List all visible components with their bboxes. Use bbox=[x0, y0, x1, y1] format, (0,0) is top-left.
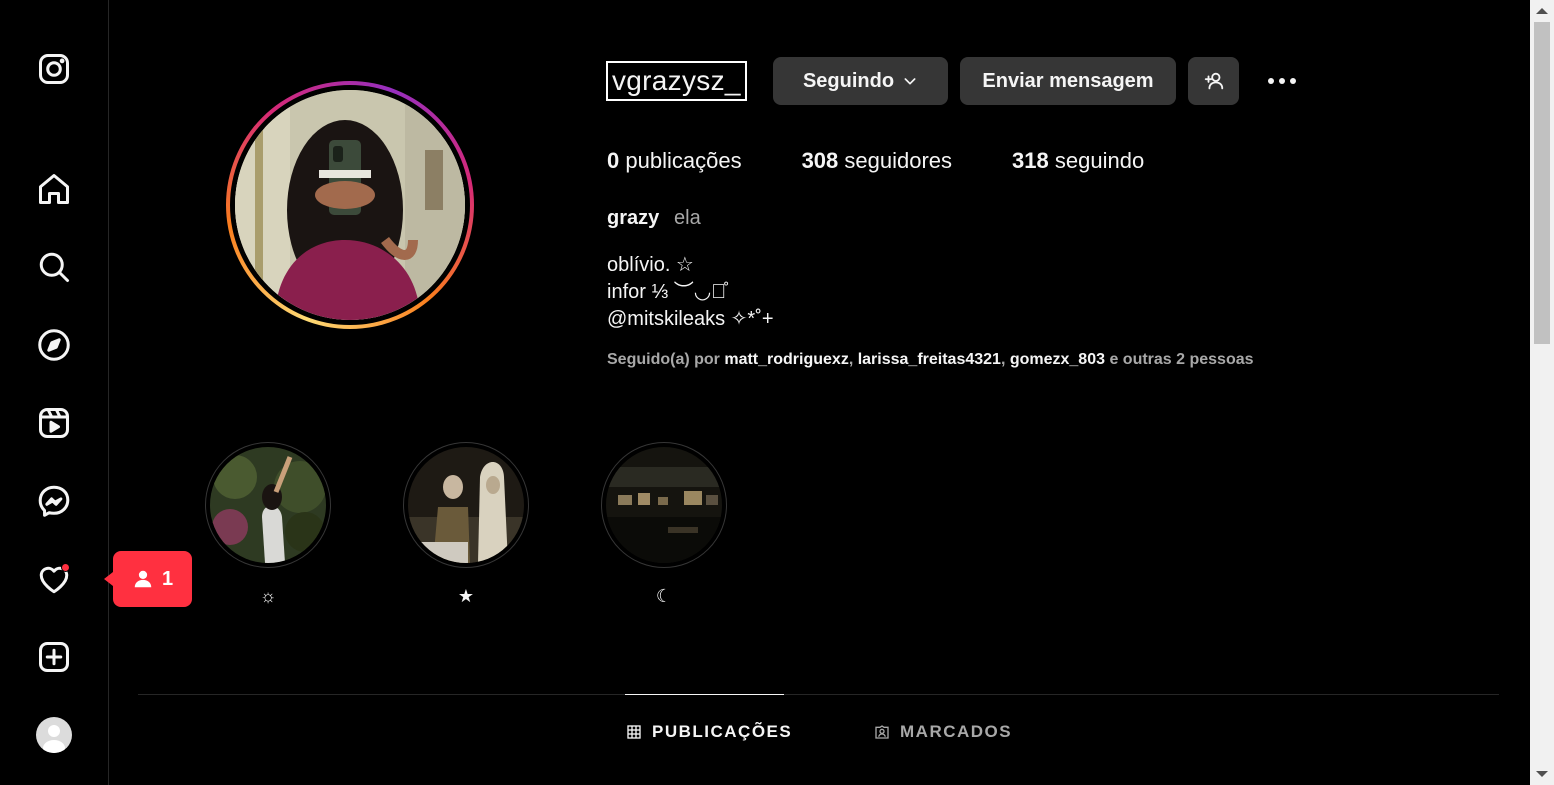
highlight-cover bbox=[606, 447, 722, 563]
story-highlight[interactable]: ☾ bbox=[601, 442, 727, 607]
profile-bio: oblívio. ☆ infor ⅓ ︶◡꒱̊ @mitskileaks ✧*˚… bbox=[607, 254, 774, 330]
following-button-label: Seguindo bbox=[802, 69, 895, 92]
heart-icon[interactable] bbox=[34, 559, 74, 599]
tab-posts[interactable]: PUBLICAÇÕES bbox=[626, 722, 792, 742]
profile-stats: 0 publicações 308 seguidores 318 seguind… bbox=[607, 148, 1204, 174]
instagram-logo-icon[interactable] bbox=[34, 49, 74, 89]
create-icon[interactable] bbox=[34, 637, 74, 677]
send-message-button[interactable]: Enviar mensagem bbox=[960, 57, 1176, 105]
highlight-label: ☾ bbox=[655, 586, 673, 606]
scroll-thumb[interactable] bbox=[1534, 22, 1550, 344]
person-icon bbox=[134, 570, 152, 588]
following-button[interactable]: Seguindo bbox=[773, 57, 948, 105]
home-icon[interactable] bbox=[34, 169, 74, 209]
follower-name: gomezx_803 bbox=[1009, 351, 1105, 368]
more-options-icon[interactable] bbox=[1264, 66, 1300, 96]
story-highlight[interactable]: ☼ bbox=[205, 442, 331, 607]
tab-tagged-label: MARCADOS bbox=[900, 722, 1013, 741]
follower-name: matt_rodriguexz bbox=[724, 351, 849, 368]
explore-icon[interactable] bbox=[34, 325, 74, 365]
tagged-icon bbox=[875, 725, 889, 739]
scroll-down-arrow[interactable] bbox=[1536, 771, 1548, 777]
followers-count[interactable]: 308 seguidores bbox=[802, 148, 952, 174]
profile-picture bbox=[235, 90, 465, 320]
highlight-cover bbox=[408, 447, 524, 563]
profile-avatar[interactable] bbox=[34, 715, 74, 755]
profile-username[interactable]: vgrazysz_ bbox=[606, 61, 747, 101]
search-icon[interactable] bbox=[34, 247, 74, 287]
reels-icon[interactable] bbox=[34, 403, 74, 443]
scrollbar[interactable] bbox=[1530, 0, 1554, 785]
story-highlight[interactable]: ★ bbox=[403, 442, 529, 607]
grid-icon bbox=[627, 725, 641, 739]
send-message-label: Enviar mensagem bbox=[982, 69, 1154, 92]
highlight-label: ☼ bbox=[259, 586, 277, 606]
highlight-label: ★ bbox=[457, 586, 475, 606]
notification-dot bbox=[61, 563, 70, 572]
profile-full-name: grazy bbox=[607, 207, 660, 229]
person-add-icon bbox=[1204, 72, 1223, 90]
highlight-cover bbox=[210, 447, 326, 563]
chevron-down-icon bbox=[904, 78, 916, 85]
notification-popup[interactable]: 1 bbox=[104, 551, 192, 607]
messenger-icon[interactable] bbox=[34, 481, 74, 521]
sidebar-nav bbox=[0, 0, 109, 785]
notification-count: 1 bbox=[161, 567, 174, 590]
scroll-up-arrow[interactable] bbox=[1536, 8, 1548, 14]
following-count[interactable]: 318 seguindo bbox=[1012, 148, 1144, 174]
followed-by-line[interactable]: Seguido(a) por matt_rodriguexz, larissa_… bbox=[607, 351, 1254, 369]
follower-name: larissa_freitas4321 bbox=[857, 351, 1001, 368]
posts-count: 0 publicações bbox=[607, 148, 742, 173]
tab-tagged[interactable]: MARCADOS bbox=[874, 722, 1012, 742]
suggest-accounts-button[interactable] bbox=[1188, 57, 1239, 105]
active-tab-indicator bbox=[625, 694, 784, 695]
tabs-divider bbox=[138, 694, 1499, 695]
profile-picture-ring[interactable] bbox=[226, 81, 474, 329]
tab-posts-label: PUBLICAÇÕES bbox=[652, 722, 793, 741]
profile-pronoun: ela bbox=[674, 207, 701, 229]
